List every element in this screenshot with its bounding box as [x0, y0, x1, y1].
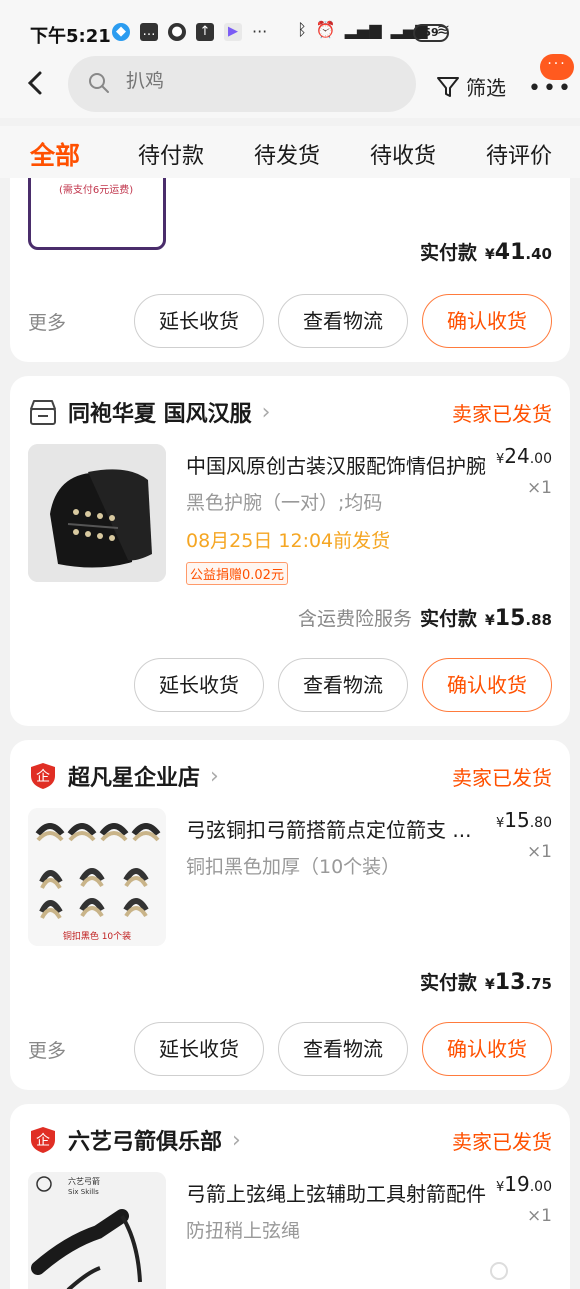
extend-receipt-button[interactable]: 延长收货	[134, 1022, 264, 1076]
product-title[interactable]: 弓箭上弦绳上弦辅助工具射箭配件	[186, 1178, 490, 1207]
paid-amount: ¥13.75	[485, 970, 552, 995]
alarm-icon: ⏰	[315, 20, 336, 39]
order-card: 企 六艺弓箭俱乐部 › 卖家已发货 六艺弓箭 Six Skills 弓箭上弦绳上…	[10, 1104, 570, 1289]
tab-pending-shipment[interactable]: 待发货	[254, 138, 320, 170]
view-logistics-button[interactable]: 查看物流	[278, 1022, 408, 1076]
search-input[interactable]	[126, 70, 386, 92]
chevron-right-icon: ›	[232, 1127, 241, 1153]
product-title[interactable]: 弓弦铜扣弓箭搭箭点定位箭支 ...	[186, 814, 490, 843]
product-quantity: ×1	[526, 1206, 552, 1226]
svg-text:企: 企	[36, 768, 50, 785]
extend-receipt-button[interactable]: 延长收货	[134, 294, 264, 348]
notification-icons: ◆ … ● ↑ ▶ ···	[112, 22, 267, 41]
signal-icon: ▂▄▆	[344, 20, 382, 39]
shop-header[interactable]: 同袍华夏 国风汉服 ›	[28, 396, 270, 428]
product-spec: 铜扣黑色加厚（10个装）	[186, 856, 401, 878]
filter-label: 筛选	[466, 76, 506, 100]
product-price: ¥15.80	[496, 808, 552, 832]
message-icon: …	[140, 22, 158, 41]
header: 筛选 ••• ···	[0, 54, 580, 118]
product-price: ¥24.00	[496, 444, 552, 468]
ship-deadline: 08月25日 12:04前发货	[186, 530, 391, 552]
more-notifications-icon: ···	[252, 22, 268, 41]
paid-label: 实付款	[420, 608, 478, 630]
product-thumbnail[interactable]: 铜扣黑色 10个装	[28, 808, 166, 946]
paid-label: 实付款	[420, 972, 478, 994]
order-tabs: 全部 待付款 待发货 待收货 待评价	[0, 126, 580, 178]
confirm-receipt-button[interactable]: 确认收货	[422, 1022, 552, 1076]
back-button[interactable]	[26, 70, 52, 100]
tab-all[interactable]: 全部	[30, 136, 80, 172]
product-quantity: ×1	[526, 842, 552, 862]
battery-level: 59	[423, 26, 439, 39]
product-title[interactable]: 中国风原创古装汉服配饰情侣护腕	[186, 450, 490, 479]
paid-summary: 含运费险服务 实付款 ¥15.88	[298, 604, 552, 631]
order-status: 卖家已发货	[452, 402, 552, 426]
paid-amount: ¥41.40	[485, 240, 552, 265]
thumbnail-caption: 铜扣黑色 10个装	[63, 930, 131, 942]
copper-buckle-image: 铜扣黑色 10个装	[28, 808, 166, 946]
insurance-note: 含运费险服务	[298, 608, 413, 630]
paid-summary: 实付款 ¥41.40	[420, 238, 552, 265]
shop-name: 六艺弓箭俱乐部	[68, 1130, 223, 1155]
filter-button[interactable]: 筛选	[436, 72, 506, 101]
enterprise-shop-icon: 企	[31, 1127, 55, 1153]
shop-header[interactable]: 企 六艺弓箭俱乐部 ›	[28, 1124, 241, 1156]
order-card-previous: (需支付6元运费) 实付款 ¥41.40 更多 延长收货 查看物流 确认收货	[10, 178, 570, 362]
bow-stringer-image: 六艺弓箭 Six Skills	[28, 1172, 166, 1289]
chevron-left-icon	[27, 71, 42, 95]
extend-receipt-button[interactable]: 延长收货	[134, 658, 264, 712]
upload-icon: ↑	[196, 22, 214, 41]
qq-icon: ◆	[112, 22, 130, 41]
confirm-receipt-button[interactable]: 确认收货	[422, 658, 552, 712]
product-thumbnail[interactable]: 六艺弓箭 Six Skills	[28, 1172, 166, 1289]
battery-icon: 59	[413, 24, 449, 42]
bluetooth-icon: ᛒ	[297, 20, 307, 39]
store-icon	[30, 400, 56, 425]
view-logistics-button[interactable]: 查看物流	[278, 294, 408, 348]
status-time: 下午5:21	[30, 26, 111, 47]
more-link[interactable]: 更多	[28, 1036, 66, 1063]
order-status: 卖家已发货	[452, 766, 552, 790]
order-card: 同袍华夏 国风汉服 › 卖家已发货 中国风原创古装汉服配饰情侣护腕 ¥24.00…	[10, 376, 570, 726]
confirm-receipt-button[interactable]: 确认收货	[422, 294, 552, 348]
play-icon: ▶	[224, 22, 242, 41]
paid-amount: ¥15.88	[485, 606, 552, 631]
enterprise-shop-icon: 企	[31, 763, 55, 789]
shop-header[interactable]: 企 超凡星企业店 ›	[28, 760, 219, 792]
chevron-right-icon: ›	[210, 763, 219, 789]
shop-name: 同袍华夏 国风汉服	[68, 402, 252, 427]
tab-pending-receipt[interactable]: 待收货	[370, 138, 436, 170]
product-spec: 防扭稍上弦绳	[186, 1220, 301, 1242]
brand-name-en: Six Skills	[68, 1188, 99, 1196]
tab-pending-review[interactable]: 待评价	[486, 138, 552, 170]
tab-pending-payment[interactable]: 待付款	[138, 138, 204, 170]
shop-name: 超凡星企业店	[68, 766, 201, 791]
search-bar[interactable]	[68, 56, 416, 112]
floating-indicator	[490, 1262, 508, 1280]
order-status: 卖家已发货	[452, 1130, 552, 1154]
more-link[interactable]: 更多	[28, 308, 66, 335]
view-logistics-button[interactable]: 查看物流	[278, 658, 408, 712]
paid-summary: 实付款 ¥13.75	[420, 968, 552, 995]
product-quantity: ×1	[526, 478, 552, 498]
product-price: ¥19.00	[496, 1172, 552, 1196]
chevron-right-icon: ›	[261, 399, 271, 425]
wechat-icon: ●	[168, 22, 186, 41]
filter-icon	[437, 76, 459, 97]
wrist-guard-image	[28, 444, 166, 582]
message-badge[interactable]: ···	[540, 54, 574, 80]
product-thumbnail[interactable]	[28, 444, 166, 582]
brand-name-cn: 六艺弓箭	[68, 1176, 100, 1186]
product-thumbnail: (需支付6元运费)	[28, 178, 166, 250]
svg-text:企: 企	[36, 1132, 50, 1149]
order-card: 企 超凡星企业店 › 卖家已发货 铜扣黑色 10个装 弓弦铜扣弓箭搭箭点定位箭支…	[10, 740, 570, 1090]
product-spec: 黑色护腕（一对）;均码	[186, 492, 383, 514]
paid-label: 实付款	[420, 242, 478, 264]
donation-tag: 公益捐赠0.02元	[186, 562, 288, 585]
thumbnail-note: (需支付6元运费)	[59, 185, 134, 196]
search-icon	[89, 73, 109, 93]
